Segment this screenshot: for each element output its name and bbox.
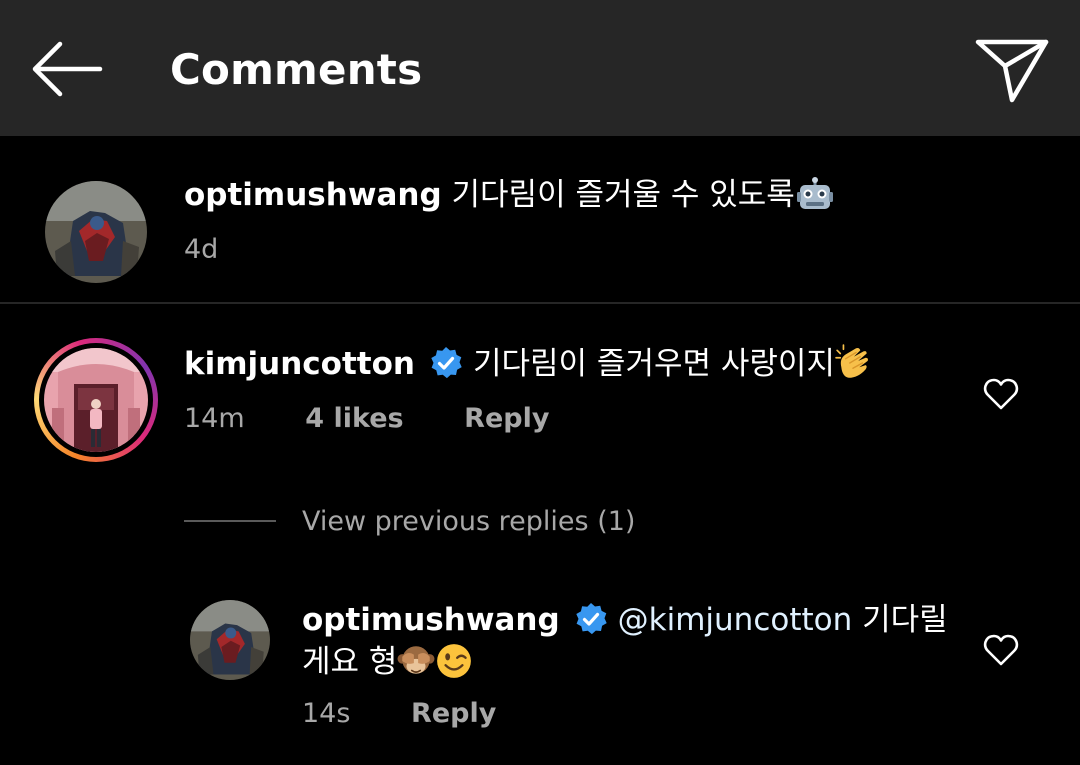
verified-badge-icon <box>575 603 607 635</box>
comments-screen: Comments optimushwang 기다림이 즐거울 수 있도록 4d … <box>0 0 1080 765</box>
back-button[interactable] <box>28 38 106 100</box>
username[interactable]: kimjuncotton <box>184 346 415 382</box>
paper-plane-icon <box>975 39 1049 103</box>
comment-text: 기다림이 즐거우면 사랑이지 <box>473 346 835 382</box>
like-button[interactable] <box>983 633 1019 667</box>
heart-icon <box>983 378 1019 410</box>
page-title: Comments <box>170 45 423 94</box>
reply-button[interactable]: Reply <box>411 698 496 729</box>
comment-meta-row: 14m 4 likes Reply <box>184 401 549 437</box>
clapping-hands-emoji <box>835 344 868 378</box>
see-no-evil-monkey-emoji <box>397 646 435 674</box>
view-previous-replies-button[interactable]: View previous replies (1) <box>302 504 635 540</box>
top-bar: Comments <box>0 0 1080 136</box>
likes-count[interactable]: 4 likes <box>305 403 403 434</box>
comment-item: kimjuncotton 기다림이 즐거우면 사랑이지 14m 4 likes … <box>0 304 1080 494</box>
avatar[interactable] <box>44 348 148 452</box>
username[interactable]: optimushwang <box>302 602 560 638</box>
share-button[interactable] <box>972 34 1052 106</box>
avatar[interactable] <box>190 600 270 680</box>
comment-text-line: kimjuncotton 기다림이 즐거우면 사랑이지 <box>184 342 873 386</box>
avatar[interactable] <box>45 181 147 283</box>
reply-item: optimushwang @kimjuncotton 기다릴 게요 형 14s … <box>0 580 1080 765</box>
reply-meta-row: 14s Reply <box>302 696 496 732</box>
reply-text-line-2: 게요 형 <box>302 640 473 684</box>
username[interactable]: optimushwang <box>184 177 442 213</box>
reply-text-line-1: optimushwang @kimjuncotton 기다릴 <box>302 598 948 642</box>
reply-text-continued: 게요 형 <box>302 644 398 680</box>
comment-text-line: optimushwang 기다림이 즐거울 수 있도록 <box>184 173 833 217</box>
heart-icon <box>983 634 1019 666</box>
winking-face-emoji <box>437 644 472 678</box>
verified-badge-icon <box>431 347 462 379</box>
comment-timestamp: 14m <box>184 403 245 434</box>
mention-link[interactable]: @kimjuncotton <box>618 602 853 638</box>
reply-button[interactable]: Reply <box>464 403 549 434</box>
like-button[interactable] <box>983 377 1019 411</box>
caption-comment: optimushwang 기다림이 즐거울 수 있도록 4d <box>0 136 1080 302</box>
comment-text: 기다림이 즐거울 수 있도록 <box>451 177 795 213</box>
arrow-left-icon <box>32 41 103 97</box>
robot-emoji <box>796 177 833 209</box>
replies-indent-line <box>184 520 276 522</box>
reply-text: 기다릴 <box>862 602 948 638</box>
reply-timestamp: 14s <box>302 698 351 729</box>
comment-timestamp: 4d <box>184 234 219 265</box>
